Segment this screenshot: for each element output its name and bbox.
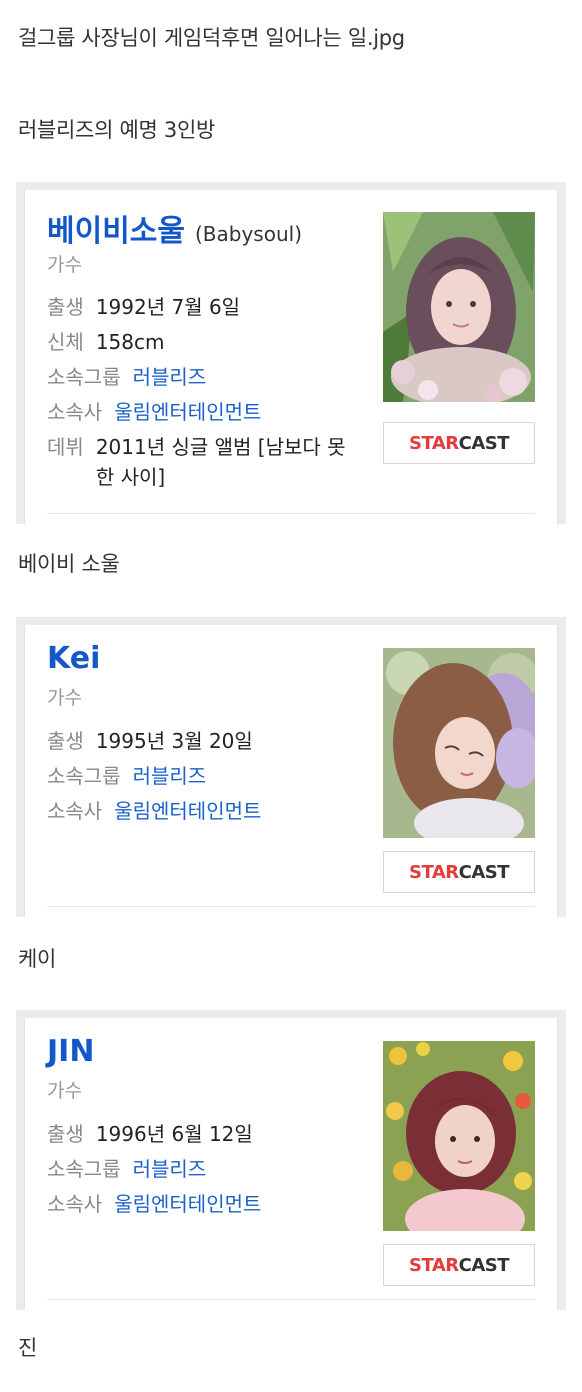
starcast-badge[interactable]: STAR CAST <box>383 422 535 464</box>
photo-kei[interactable] <box>383 648 535 838</box>
row-key: 출생 <box>47 295 84 319</box>
profile-name[interactable]: Kei <box>47 641 100 676</box>
profile-card-kei: Kei 가수 출생 1995년 3월 20일 소속그룹 러블리즈 소속사 울림엔터테인… <box>16 617 566 917</box>
badge-cast: CAST <box>458 861 510 883</box>
name-korean[interactable]: 베이비소울 <box>47 214 185 249</box>
badge-cast: CAST <box>458 1254 510 1276</box>
row-value: 2011년 싱글 앨범 [남보다 못한 사이] <box>95 435 346 489</box>
badge-star: STAR <box>408 1254 459 1276</box>
row-birth: 출생 1995년 3월 20일 <box>47 726 347 756</box>
row-group: 소속그룹 러블리즈 <box>47 1154 347 1184</box>
photo-babysoul[interactable] <box>383 212 535 402</box>
badge-cast: CAST <box>458 432 510 454</box>
row-key: 소속사 <box>47 400 103 424</box>
badge-star: STAR <box>408 432 459 454</box>
agency-link[interactable]: 울림엔터테인먼트 <box>114 799 261 823</box>
post-subtitle: 러블리즈의 예명 3인방 <box>18 118 215 142</box>
row-value: 1995년 3월 20일 <box>95 729 253 753</box>
caption-babysoul: 베이비 소울 <box>18 552 120 576</box>
row-value: 1996년 6월 12일 <box>95 1122 253 1146</box>
agency-link[interactable]: 울림엔터테인먼트 <box>114 1192 261 1216</box>
profile-job: 가수 <box>47 1080 82 1102</box>
group-link[interactable]: 러블리즈 <box>133 764 207 788</box>
caption-jin: 진 <box>18 1336 38 1360</box>
row-key: 소속사 <box>47 1192 103 1216</box>
profile-job: 가수 <box>47 687 82 709</box>
row-birth: 출생 1992년 7월 6일 <box>47 292 347 322</box>
profile-name[interactable]: 베이비소울 (Babysoul) <box>47 206 302 250</box>
row-birth: 출생 1996년 6월 12일 <box>47 1119 347 1149</box>
starcast-badge[interactable]: STAR CAST <box>383 1244 535 1286</box>
row-key: 출생 <box>47 729 84 753</box>
row-key: 소속그룹 <box>47 764 121 788</box>
row-key: 데뷔 <box>47 435 84 459</box>
caption-kei: 케이 <box>18 947 57 971</box>
row-key: 소속그룹 <box>47 365 121 389</box>
row-key: 소속사 <box>47 799 103 823</box>
card-divider <box>47 513 535 514</box>
name-korean[interactable]: JIN <box>47 1034 94 1069</box>
row-value: 158cm <box>95 330 165 354</box>
profile-card-jin: JIN 가수 출생 1996년 6월 12일 소속그룹 러블리즈 소속사 울림엔터테인… <box>16 1010 566 1310</box>
row-body: 신체 158cm <box>47 327 347 357</box>
row-value: 1992년 7월 6일 <box>95 295 241 319</box>
row-debut: 데뷔 2011년 싱글 앨범 [남보다 못한 사이] <box>47 432 347 492</box>
photo-jin[interactable] <box>383 1041 535 1231</box>
badge-star: STAR <box>408 861 459 883</box>
row-key: 출생 <box>47 1122 84 1146</box>
group-link[interactable]: 러블리즈 <box>133 1157 207 1181</box>
group-link[interactable]: 러블리즈 <box>133 365 207 389</box>
card-divider <box>47 906 535 907</box>
row-agency: 소속사 울림엔터테인먼트 <box>47 796 347 826</box>
profile-card-babysoul: 베이비소울 (Babysoul) 가수 출생 1992년 7월 6일 신체 158cm… <box>16 182 566 524</box>
agency-link[interactable]: 울림엔터테인먼트 <box>114 400 261 424</box>
row-agency: 소속사 울림엔터테인먼트 <box>47 1189 347 1219</box>
row-group: 소속그룹 러블리즈 <box>47 761 347 791</box>
card-divider <box>47 1299 535 1300</box>
name-korean[interactable]: Kei <box>47 641 100 676</box>
post-title: 걸그룹 사장님이 게임덕후면 일어나는 일.jpg <box>18 26 405 50</box>
starcast-badge[interactable]: STAR CAST <box>383 851 535 893</box>
row-group: 소속그룹 러블리즈 <box>47 362 347 392</box>
row-key: 신체 <box>47 330 84 354</box>
row-agency: 소속사 울림엔터테인먼트 <box>47 397 347 427</box>
row-key: 소속그룹 <box>47 1157 121 1181</box>
profile-job: 가수 <box>47 254 82 276</box>
name-english: (Babysoul) <box>195 222 303 246</box>
profile-name[interactable]: JIN <box>47 1034 94 1069</box>
